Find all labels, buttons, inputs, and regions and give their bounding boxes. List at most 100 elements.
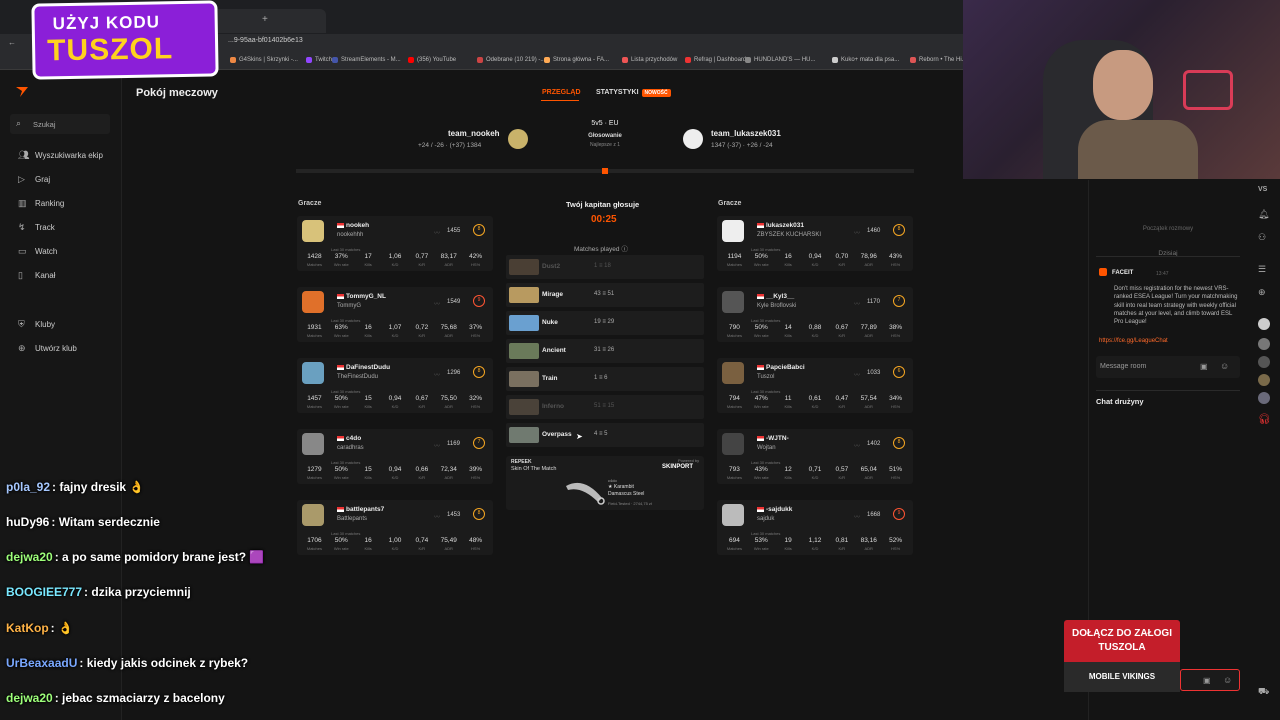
url-text[interactable]: ...9-95aa-bf01402b6e13 <box>228 37 303 44</box>
chat-username: huDy96 <box>6 515 50 529</box>
map-stat: 4 ≡ 5 <box>594 431 608 437</box>
plus-circle-icon[interactable]: ⊕ <box>1258 287 1266 298</box>
player-nick-text: __Kyl3__ <box>766 293 795 300</box>
info-icon[interactable]: ⓘ <box>621 246 628 253</box>
player-card[interactable]: TommyG_NL TommyG 〰 1549 9 Last 30 matches 1931… <box>297 287 493 342</box>
skin-of-the-match-card[interactable]: REPEEK Skin Of The Match Powered by SKIN… <box>506 456 704 510</box>
team-left-name[interactable]: team_nookeh <box>448 129 500 138</box>
chat-colon: : <box>54 691 63 705</box>
map-row-train[interactable]: Train 1 ≡ 6 <box>506 367 704 391</box>
stat-value: 790 <box>729 324 740 331</box>
stat-value: 43% <box>889 253 903 260</box>
image-icon[interactable]: ▣ <box>1200 362 1208 371</box>
chat-link[interactable]: https://fce.gg/LeagueChat <box>1099 338 1168 344</box>
bookmark-item[interactable]: Reborn • The Hi... <box>910 57 967 63</box>
friend-avatar-4[interactable] <box>1258 374 1270 386</box>
bookmark-item[interactable]: Refrag | Dashboard <box>685 57 746 63</box>
map-row-ancient[interactable]: Ancient 31 ≡ 26 <box>506 339 704 363</box>
friend-avatar-1[interactable] <box>1258 318 1270 330</box>
player-elo: 1668 <box>867 512 881 518</box>
player-nick-text: PapcieBabci <box>766 364 805 371</box>
player-card[interactable]: -WJTN- Wojtan 〰 1402 8 Last 30 matches 793 Matc… <box>717 429 913 484</box>
stat-value: 38% <box>889 324 903 331</box>
player-card[interactable]: PapcieBabci Tuszol 〰 1033 6 Last 30 matches 79… <box>717 358 913 413</box>
map-name: Nuke <box>542 319 558 326</box>
player-card[interactable]: -sajdukk sajduk 〰 1668 9 Last 30 matches 694 Ma… <box>717 500 913 555</box>
player-nickname: DaFinestDudu <box>337 364 390 371</box>
sidebar-item-clubs[interactable]: ⛨ Kluby <box>18 320 55 330</box>
friends-icon[interactable]: ⚇ <box>1258 232 1266 243</box>
bookmark-item[interactable]: Kuko+ mata dla psa... <box>832 57 899 63</box>
last30-label: Last 30 matches <box>751 531 781 536</box>
shop-icon[interactable]: ⛟ <box>1258 686 1269 698</box>
stat-label: ADR <box>444 546 453 551</box>
sidebar-item-play[interactable]: ▷ Graj <box>18 175 50 185</box>
sidebar-item-create-club[interactable]: ⊕ Utwórz klub <box>18 344 77 354</box>
player-card[interactable]: nookeh nookehhh 〰 1455 8 Last 30 matches 1428 M… <box>297 216 493 271</box>
headset-icon[interactable]: 🎧︎ <box>1258 414 1271 425</box>
sidebar-item-ranking[interactable]: ▥ Ranking <box>18 199 64 209</box>
chat-username: UrBeaxaadU <box>6 656 78 670</box>
player-card[interactable]: __Kyl3__ Kyle Broflovski 〰 1170 7 Last 30 mat… <box>717 287 913 342</box>
player-card[interactable]: DaFinestDudu TheFinestDudu 〰 1296 8 Last 30 m… <box>297 358 493 413</box>
karambit-knife-icon <box>566 482 605 505</box>
sidebar-item-team-finder[interactable]: 👥︎ Wyszukiwarka ekip <box>18 151 103 161</box>
stream-chat-line: dejwa20: jebac szmaciarzy z bacelony <box>6 691 225 705</box>
player-card[interactable]: c4do caradhras 〰 1169 7 Last 30 matches 1279 Ma… <box>297 429 493 484</box>
map-row-dust2[interactable]: Dust2 1 ≡ 18 <box>506 255 704 279</box>
stat-value: 83,17 <box>440 253 457 260</box>
sidebar-search[interactable]: ⌕ Szukaj <box>10 114 110 134</box>
bookmark-label: Reborn • The Hi... <box>919 57 967 63</box>
friend-avatar-5[interactable] <box>1258 392 1270 404</box>
tab-overview[interactable]: PRZEGLĄD <box>542 89 581 96</box>
bookmark-item[interactable]: StreamElements - M... <box>332 57 401 63</box>
stat-label: Kills <box>784 262 792 267</box>
stat-value: 1194 <box>727 253 742 260</box>
stat-label: K/D <box>811 475 819 480</box>
team-emoji-icon[interactable]: ☺ <box>1223 675 1232 685</box>
player-avatar <box>722 220 744 242</box>
friend-avatar-3[interactable] <box>1258 356 1270 368</box>
party-icon[interactable]: ☰ <box>1258 264 1266 275</box>
bookmark-item[interactable]: Odebrane (10 219) -... <box>477 57 545 63</box>
streamer-face <box>1093 50 1153 120</box>
stat-label: Matches <box>306 404 322 409</box>
team-chat-input[interactable]: ▣ ☺ <box>1180 669 1240 691</box>
stat-value: 16 <box>364 537 372 544</box>
stat-cell: 75,68 ADR <box>435 324 462 338</box>
map-row-overpass[interactable]: Overpass 4 ≡ 5 <box>506 423 704 447</box>
player-nick-text: battlepants7 <box>346 506 385 513</box>
sidebar-item-track[interactable]: ↯ Track <box>18 223 55 233</box>
map-row-mirage[interactable]: Mirage 43 ≡ 51 <box>506 283 704 307</box>
stat-label: K/D <box>391 546 399 551</box>
team-image-icon[interactable]: ▣ <box>1203 676 1211 685</box>
message-room-input[interactable]: Message room ▣ ☺ <box>1096 356 1240 378</box>
map-row-inferno[interactable]: Inferno 51 ≡ 15 <box>506 395 704 419</box>
stat-value: 0,74 <box>415 537 429 544</box>
bookmark-item[interactable]: G4Skins | Skrzynki -... <box>230 57 298 63</box>
bookmark-item[interactable]: HUNDLAND'S — HU... <box>745 57 816 63</box>
sidebar-item-channel[interactable]: ▯ Kanał <box>18 271 56 281</box>
player-stats: 1428 Matches 37% Win rate 17 Kills 1,06 K/D 0,77… <box>301 253 489 267</box>
bell-icon[interactable]: 🔔︎ <box>1258 209 1269 220</box>
faceit-logo-icon[interactable] <box>16 87 28 97</box>
tab-stats[interactable]: STATYSTYKI NOWOŚĆ <box>596 89 671 97</box>
map-row-nuke[interactable]: Nuke 19 ≡ 29 <box>506 311 704 335</box>
emoji-icon[interactable]: ☺ <box>1220 361 1229 371</box>
bookmark-item[interactable]: (356) YouTube <box>408 57 456 63</box>
promo-line2: TUSZOL <box>46 32 174 68</box>
bookmark-item[interactable]: Lista przychodów <box>622 57 677 63</box>
friend-avatar-2[interactable] <box>1258 338 1270 350</box>
map-thumbnail <box>509 315 539 331</box>
sidebar-item-label: Kanał <box>35 271 56 280</box>
bookmark-item[interactable]: Twitch <box>306 57 332 63</box>
bookmark-item[interactable]: Strona główna - FA... <box>544 57 609 63</box>
sidebar-item-watch[interactable]: ▭ Watch <box>18 247 57 257</box>
player-card[interactable]: battlepants7 Battlepants 〰 1453 8 Last 30 mat… <box>297 500 493 555</box>
player-nickname: __Kyl3__ <box>757 293 794 300</box>
player-card[interactable]: lukaszek031 ZBYSZEK KUCHARSKI 〰 1460 8 Last 3… <box>717 216 913 271</box>
new-tab-icon[interactable]: + <box>262 14 268 25</box>
back-icon[interactable]: ← <box>8 38 16 47</box>
team-right-name[interactable]: team_lukaszek031 <box>711 129 781 138</box>
stat-value: 17 <box>364 253 372 260</box>
